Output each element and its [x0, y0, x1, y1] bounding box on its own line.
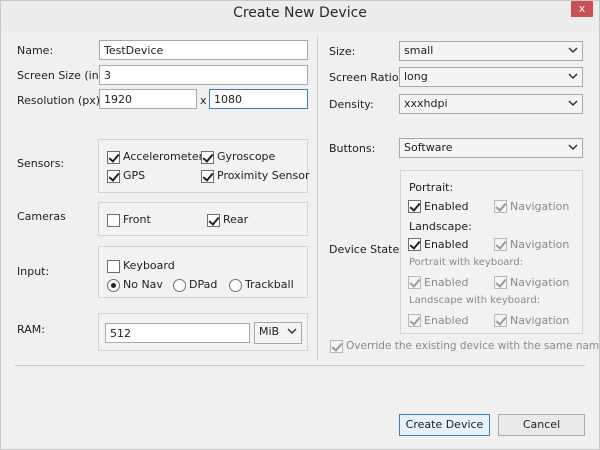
portrait-kb-enabled-label: Enabled: [424, 276, 469, 289]
density-value: xxxhdpi: [404, 97, 448, 110]
override-label: Override the existing device with the sa…: [346, 340, 600, 352]
density-label: Density:: [329, 98, 374, 111]
no-nav-label: No Nav: [123, 278, 163, 291]
portrait-enabled-label: Enabled: [424, 200, 469, 213]
screen-ratio-select[interactable]: long: [399, 67, 583, 87]
keyboard-label: Keyboard: [123, 259, 175, 272]
create-device-dialog: Create New Device x Name: Screen Size (i…: [0, 0, 600, 450]
accelerometer-checkbox[interactable]: [107, 151, 120, 164]
chevron-down-icon: [287, 328, 297, 335]
landscape-kb-enabled-checkbox: [408, 314, 421, 327]
trackball-label: Trackball: [245, 278, 294, 291]
buttons-select[interactable]: Software: [399, 138, 583, 158]
front-camera-label: Front: [123, 213, 151, 226]
accelerometer-label: Accelerometer: [123, 150, 204, 163]
landscape-kb-navigation-label: Navigation: [510, 314, 570, 327]
rear-camera-checkbox[interactable]: [207, 214, 220, 227]
gyroscope-label: Gyroscope: [217, 150, 276, 163]
title-bar: Create New Device x: [1, 1, 599, 31]
portrait-kb-navigation-checkbox: [494, 276, 507, 289]
proximity-checkbox[interactable]: [201, 170, 214, 183]
override-checkbox: [330, 340, 343, 353]
create-device-button[interactable]: Create Device: [399, 414, 490, 436]
chevron-down-icon: [568, 100, 578, 107]
close-button[interactable]: x: [571, 1, 593, 17]
no-nav-radio[interactable]: [107, 279, 120, 292]
portrait-navigation-label: Navigation: [510, 200, 570, 213]
name-label: Name:: [17, 44, 54, 57]
resolution-label: Resolution (px):: [17, 94, 104, 107]
landscape-kb-navigation-checkbox: [494, 314, 507, 327]
cancel-button[interactable]: Cancel: [498, 414, 585, 436]
dpad-label: DPad: [189, 278, 218, 291]
cameras-group: Front Rear: [98, 202, 308, 236]
resolution-width-input[interactable]: [99, 89, 197, 109]
gps-checkbox[interactable]: [107, 170, 120, 183]
front-camera-checkbox[interactable]: [107, 214, 120, 227]
portrait-kb-navigation-label: Navigation: [510, 276, 570, 289]
ram-group: MiB: [98, 313, 308, 351]
chevron-down-icon: [568, 144, 578, 151]
size-label: Size:: [329, 45, 356, 58]
ram-unit-value: MiB: [259, 325, 280, 338]
landscape-keyboard-heading: Landscape with keyboard:: [409, 295, 541, 306]
device-states-label: Device States:: [329, 243, 409, 256]
portrait-navigation-checkbox: [494, 200, 507, 213]
size-value: small: [404, 44, 434, 57]
dpad-radio[interactable]: [173, 279, 186, 292]
trackball-radio[interactable]: [229, 279, 242, 292]
buttons-label: Buttons:: [329, 142, 376, 155]
ram-input[interactable]: [105, 323, 250, 343]
gyroscope-checkbox[interactable]: [201, 151, 214, 164]
column-divider: [317, 35, 318, 360]
size-select[interactable]: small: [399, 41, 583, 61]
screen-ratio-label: Screen Ratio:: [329, 71, 403, 84]
gps-label: GPS: [123, 169, 146, 182]
rear-camera-label: Rear: [223, 213, 249, 226]
footer-separator: [15, 365, 585, 366]
resolution-height-input[interactable]: [209, 89, 308, 109]
dialog-title: Create New Device: [233, 5, 367, 21]
screen-size-label: Screen Size (in):: [17, 69, 107, 82]
portrait-keyboard-heading: Portrait with keyboard:: [409, 257, 524, 268]
portrait-enabled-checkbox[interactable]: [408, 200, 421, 213]
input-label: Input:: [17, 265, 50, 278]
ram-unit-select[interactable]: MiB: [254, 322, 302, 344]
sensors-group: Accelerometer Gyroscope GPS Proximity Se…: [98, 139, 310, 193]
portrait-heading: Portrait:: [409, 181, 454, 194]
input-group: Keyboard No Nav DPad Trackball: [98, 246, 308, 298]
landscape-heading: Landscape:: [409, 220, 472, 233]
proximity-label: Proximity Sensor: [217, 169, 310, 182]
chevron-down-icon: [568, 73, 578, 80]
landscape-enabled-label: Enabled: [424, 238, 469, 251]
landscape-kb-enabled-label: Enabled: [424, 314, 469, 327]
name-input[interactable]: [99, 40, 308, 60]
portrait-kb-enabled-checkbox: [408, 276, 421, 289]
screen-size-input[interactable]: [99, 65, 308, 85]
landscape-enabled-checkbox[interactable]: [408, 238, 421, 251]
landscape-navigation-checkbox: [494, 238, 507, 251]
buttons-value: Software: [404, 141, 453, 154]
chevron-down-icon: [568, 47, 578, 54]
screen-ratio-value: long: [404, 70, 428, 83]
ram-label: RAM:: [17, 323, 45, 336]
resolution-separator: x: [200, 94, 207, 107]
device-states-group: Portrait: Enabled Navigation Landscape: …: [400, 170, 583, 334]
sensors-label: Sensors:: [17, 157, 65, 170]
density-select[interactable]: xxxhdpi: [399, 94, 583, 114]
keyboard-checkbox[interactable]: [107, 260, 120, 273]
landscape-navigation-label: Navigation: [510, 238, 570, 251]
cameras-label: Cameras: [17, 210, 66, 223]
